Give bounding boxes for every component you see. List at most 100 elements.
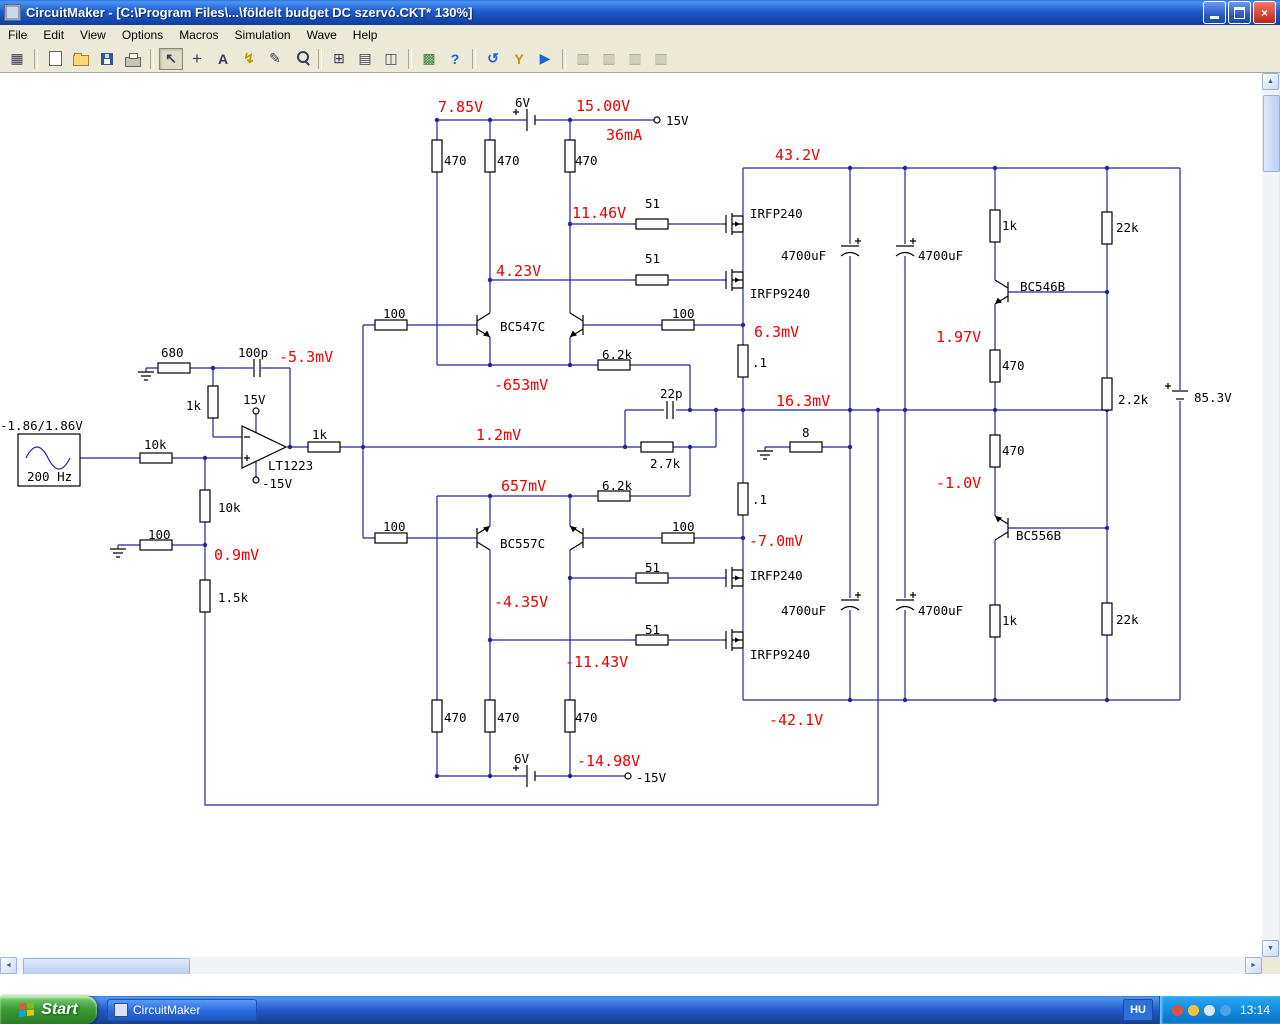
supply-terminal[interactable] bbox=[252, 476, 260, 484]
scope-window-3-button[interactable]: ▥ bbox=[623, 48, 647, 70]
resistor[interactable] bbox=[661, 319, 695, 331]
capacitor-electrolytic[interactable] bbox=[895, 245, 915, 257]
wire-tool-button[interactable]: + bbox=[185, 48, 209, 70]
fit-to-page-button[interactable]: ⊞ bbox=[327, 48, 351, 70]
supply-terminal[interactable] bbox=[653, 116, 661, 124]
resistor[interactable] bbox=[789, 441, 823, 453]
resistor[interactable] bbox=[484, 699, 496, 733]
ground-symbol[interactable] bbox=[109, 548, 127, 558]
resistor[interactable] bbox=[989, 604, 1001, 638]
delete-tool-button[interactable]: ↯ bbox=[237, 48, 261, 70]
minimize-button[interactable] bbox=[1203, 1, 1226, 24]
resistor[interactable] bbox=[207, 385, 219, 419]
split-view-button[interactable]: ◫ bbox=[379, 48, 403, 70]
sheet-view-button[interactable]: ▤ bbox=[353, 48, 377, 70]
tray-icon-3[interactable] bbox=[1219, 1004, 1231, 1016]
mosfet[interactable] bbox=[725, 566, 744, 590]
battery[interactable] bbox=[526, 108, 536, 132]
resistor[interactable] bbox=[157, 362, 191, 374]
scroll-right-button[interactable]: ► bbox=[1245, 957, 1262, 974]
mixed-mode-button[interactable]: ▩ bbox=[417, 48, 441, 70]
menu-view[interactable]: View bbox=[72, 26, 114, 44]
battery[interactable] bbox=[1171, 390, 1189, 400]
volume-icon[interactable] bbox=[1203, 1004, 1215, 1016]
new-file-button[interactable] bbox=[43, 48, 67, 70]
resistor[interactable] bbox=[635, 274, 669, 286]
resistor[interactable] bbox=[564, 139, 576, 173]
resistor[interactable] bbox=[374, 319, 408, 331]
tray-icon-2[interactable] bbox=[1187, 1004, 1199, 1016]
capacitor[interactable] bbox=[666, 400, 674, 420]
scope-window-4-button[interactable]: ▥ bbox=[649, 48, 673, 70]
scope-window-2-button[interactable]: ▥ bbox=[597, 48, 621, 70]
resistor[interactable] bbox=[199, 489, 211, 523]
resistor[interactable] bbox=[661, 532, 695, 544]
menu-macros[interactable]: Macros bbox=[171, 26, 226, 44]
print-button[interactable] bbox=[121, 48, 145, 70]
zoom-tool-button[interactable] bbox=[289, 48, 313, 70]
resistor[interactable] bbox=[737, 344, 749, 378]
vertical-scroll-thumb[interactable] bbox=[1263, 95, 1280, 172]
supply-terminal[interactable] bbox=[624, 772, 632, 780]
probe-y-button[interactable]: Y bbox=[507, 48, 531, 70]
open-file-button[interactable] bbox=[69, 48, 93, 70]
taskbar-app-button[interactable]: CircuitMaker bbox=[107, 999, 257, 1021]
mosfet[interactable] bbox=[725, 628, 744, 652]
language-indicator[interactable]: HU bbox=[1123, 999, 1153, 1021]
menu-edit[interactable]: Edit bbox=[35, 26, 72, 44]
transistor[interactable] bbox=[476, 312, 491, 338]
resistor[interactable] bbox=[307, 441, 341, 453]
battery[interactable] bbox=[526, 764, 536, 788]
transistor[interactable] bbox=[994, 515, 1009, 541]
scroll-up-button[interactable]: ▲ bbox=[1262, 73, 1279, 90]
capacitor[interactable] bbox=[253, 358, 261, 378]
text-tool-button[interactable]: A bbox=[211, 48, 235, 70]
menu-help[interactable]: Help bbox=[345, 26, 386, 44]
probe-tool-button[interactable]: ✎ bbox=[263, 48, 287, 70]
transistor[interactable] bbox=[569, 312, 584, 338]
resistor[interactable] bbox=[199, 579, 211, 613]
transistor[interactable] bbox=[476, 525, 491, 551]
resistor[interactable] bbox=[484, 139, 496, 173]
resistor[interactable] bbox=[1101, 377, 1113, 411]
menu-wave[interactable]: Wave bbox=[299, 26, 345, 44]
menu-file[interactable]: File bbox=[0, 26, 35, 44]
resistor[interactable] bbox=[635, 218, 669, 230]
ground-symbol[interactable] bbox=[756, 450, 774, 460]
run-simulation-button[interactable]: ▶ bbox=[533, 48, 557, 70]
part-browser-button[interactable]: ▦ bbox=[5, 48, 29, 70]
scroll-left-button[interactable]: ◄ bbox=[0, 957, 17, 974]
resistor[interactable] bbox=[640, 441, 674, 453]
resistor[interactable] bbox=[374, 532, 408, 544]
save-file-button[interactable] bbox=[95, 48, 119, 70]
transistor[interactable] bbox=[569, 525, 584, 551]
tray-icon-1[interactable] bbox=[1171, 1004, 1183, 1016]
close-button[interactable]: × bbox=[1253, 1, 1276, 24]
resistor[interactable] bbox=[139, 452, 173, 464]
resistor[interactable] bbox=[989, 209, 1001, 243]
reset-simulation-button[interactable]: ↺ bbox=[481, 48, 505, 70]
horizontal-scroll-thumb[interactable] bbox=[23, 958, 190, 975]
scroll-down-button[interactable]: ▼ bbox=[1262, 940, 1279, 957]
start-button[interactable]: Start bbox=[0, 996, 97, 1024]
vertical-scrollbar[interactable]: ▲ ▼ bbox=[1262, 73, 1279, 957]
resistor[interactable] bbox=[989, 349, 1001, 383]
resistor[interactable] bbox=[1101, 602, 1113, 636]
restore-button[interactable] bbox=[1228, 1, 1251, 24]
transistor[interactable] bbox=[994, 279, 1009, 305]
resistor[interactable] bbox=[431, 699, 443, 733]
supply-terminal[interactable] bbox=[252, 407, 260, 415]
help-tool-button[interactable]: ? bbox=[443, 48, 467, 70]
capacitor-electrolytic[interactable] bbox=[840, 599, 860, 611]
schematic-canvas[interactable]: 7.85V 15.00V 36mA 43.2V 11.46V 4.23V -5.… bbox=[0, 73, 1262, 957]
menu-options[interactable]: Options bbox=[114, 26, 171, 44]
resistor[interactable] bbox=[564, 699, 576, 733]
resistor[interactable] bbox=[737, 482, 749, 516]
select-tool-button[interactable]: ↖ bbox=[159, 47, 183, 70]
scope-window-1-button[interactable]: ▥ bbox=[571, 48, 595, 70]
capacitor-electrolytic[interactable] bbox=[895, 599, 915, 611]
title-bar[interactable]: CircuitMaker - [C:\Program Files\...\föl… bbox=[0, 0, 1280, 25]
menu-simulation[interactable]: Simulation bbox=[227, 26, 299, 44]
capacitor-electrolytic[interactable] bbox=[840, 245, 860, 257]
resistor[interactable] bbox=[1101, 211, 1113, 245]
